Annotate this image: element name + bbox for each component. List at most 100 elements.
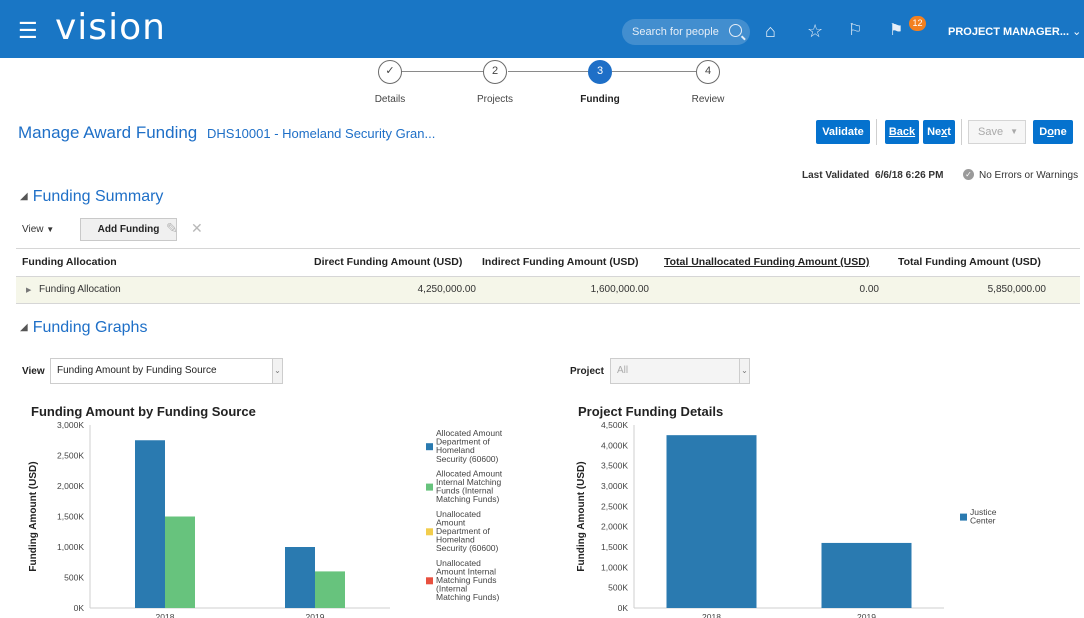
save-button: Save ▼ [968,120,1026,144]
bar[interactable] [315,571,345,608]
bar[interactable] [285,547,315,608]
train-connector [508,71,592,72]
legend-swatch [426,443,433,451]
add-funding-button[interactable]: Add Funding [80,218,177,241]
validation-status: No Errors or Warnings [979,170,1079,181]
train-label-projects[interactable]: Projects [450,94,540,105]
chevron-down-icon[interactable]: ⌄ [272,359,282,383]
y-tick-label: 3,000K [57,420,84,430]
expand-row-icon[interactable]: ▶ [26,277,31,304]
legend-label[interactable]: Security (60600) [436,543,499,553]
delete-x-icon[interactable]: ✕ [191,220,203,237]
column-header[interactable]: Direct Funding Amount (USD) [314,249,462,276]
column-header[interactable]: Total Funding Amount (USD) [898,249,1041,276]
page-subtitle: DHS10001 - Homeland Security Gran... [207,126,436,141]
column-header[interactable]: Funding Allocation [22,249,117,276]
legend-swatch [426,577,433,585]
direct-amount-cell: 4,250,000.00 [417,284,476,295]
collapse-triangle-icon[interactable]: ◢ [20,322,28,333]
bar[interactable] [666,435,757,608]
legend-label[interactable]: Security (60600) [436,454,499,464]
train-label-details[interactable]: Details [345,94,435,105]
legend-label[interactable]: Matching Funds) [436,592,499,602]
edit-pencil-icon[interactable]: ✎ [166,220,178,237]
y-tick-label: 1,000K [601,562,628,572]
last-validated: Last Validated 6/6/18 6:26 PM [802,170,943,181]
legend-label[interactable]: Center [970,516,996,526]
y-tick-label: 2,000K [57,481,84,491]
train-stop-funding[interactable]: 3 [588,60,612,84]
user-menu[interactable]: PROJECT MANAGER... ⌄ [948,25,1081,38]
user-label: PROJECT MANAGER... [948,26,1070,38]
menu-icon[interactable]: ☰ [18,20,38,42]
funding-summary-header[interactable]: ◢ Funding Summary [20,188,163,206]
allocation-cell: Funding Allocation [39,284,121,295]
global-header: ☰ vision Search for people ⌂ ☆ ⚐ ⚑ 12 PR… [0,0,1084,66]
done-button[interactable]: Done [1033,120,1073,144]
last-validated-label: Last Validated [802,170,870,181]
y-tick-label: 3,000K [601,481,628,491]
column-header[interactable]: Indirect Funding Amount (USD) [482,249,639,276]
caret-down-icon: ▼ [46,225,55,234]
graph-view-select[interactable]: Funding Amount by Funding Source ⌄ [50,358,283,384]
view-menu[interactable]: View ▼ [22,224,68,235]
chart-title: Project Funding Details [578,404,724,419]
x-tick-label: 2019 [306,612,325,618]
notifications-icon[interactable]: ⚑ [889,21,903,41]
y-axis-label: Funding Amount (USD) [576,461,587,571]
checkmark-icon: ✓ [385,65,395,77]
people-search-input[interactable]: Search for people [622,19,750,45]
y-tick-label: 4,500K [601,420,628,430]
legend-swatch [426,483,433,491]
y-tick-label: 500K [608,583,628,593]
unallocated-amount-cell: 0.00 [859,284,879,295]
chart-title: Funding Amount by Funding Source [31,404,256,419]
legend-label[interactable]: Matching Funds) [436,494,499,504]
column-header[interactable]: Total Unallocated Funding Amount (USD) [664,249,869,276]
funding-summary-table: Funding Allocation Direct Funding Amount… [16,248,1080,304]
page-title: Manage Award Funding [18,123,198,142]
y-tick-label: 500K [64,573,84,583]
train-label-funding[interactable]: Funding [555,94,645,105]
train-label-review[interactable]: Review [663,94,753,105]
favorites-star-icon[interactable]: ☆ [807,21,823,41]
y-axis-label: Funding Amount (USD) [28,461,39,571]
indirect-amount-cell: 1,600,000.00 [590,284,649,295]
process-train: ✓ 2 3 4 Details Projects Funding Review [0,58,1084,110]
train-stop-details[interactable]: ✓ [378,60,402,84]
bar[interactable] [135,440,165,608]
y-tick-label: 1,500K [601,542,628,552]
x-tick-label: 2018 [702,612,721,618]
table-row[interactable]: ▶ Funding Allocation 4,250,000.00 1,600,… [16,277,1080,303]
next-button[interactable]: Next [923,120,955,144]
back-button[interactable]: Back [885,120,919,144]
y-tick-label: 0K [618,603,629,613]
toolbar-separator [876,119,877,145]
train-connector [400,71,484,72]
funding-graphs-header[interactable]: ◢ Funding Graphs [20,319,147,337]
project-label: Project [570,366,604,377]
y-tick-label: 3,500K [601,461,628,471]
home-icon[interactable]: ⌂ [765,21,776,41]
project-funding-chart: Funding Amount (USD) 0K 500K 1,000K 1,500K 2,… [576,420,997,618]
checkmark-icon: ✓ [963,169,974,180]
bar[interactable] [165,516,195,609]
x-tick-label: 2018 [156,612,175,618]
notification-count-badge: 12 [909,16,926,31]
train-stop-review[interactable]: 4 [696,60,720,84]
y-tick-label: 2,500K [57,451,84,461]
y-tick-label: 1,000K [57,542,84,552]
collapse-triangle-icon[interactable]: ◢ [20,191,28,202]
funding-source-chart: Funding Amount (USD) 0K 500K 1,000K 1,500K 2,… [28,420,503,618]
validate-button[interactable]: Validate [816,120,870,144]
dropdown-arrow-icon: ▼ [1010,127,1018,136]
x-tick-label: 2019 [857,612,876,618]
last-validated-value: 6/6/18 6:26 PM [875,170,944,181]
app-logo: vision [55,7,166,48]
table-header-row: Funding Allocation Direct Funding Amount… [16,249,1080,277]
bar[interactable] [821,542,912,608]
search-icon[interactable] [729,24,742,37]
y-tick-label: 1,500K [57,512,84,522]
train-stop-projects[interactable]: 2 [483,60,507,84]
watchlist-flag-icon[interactable]: ⚐ [848,21,862,41]
